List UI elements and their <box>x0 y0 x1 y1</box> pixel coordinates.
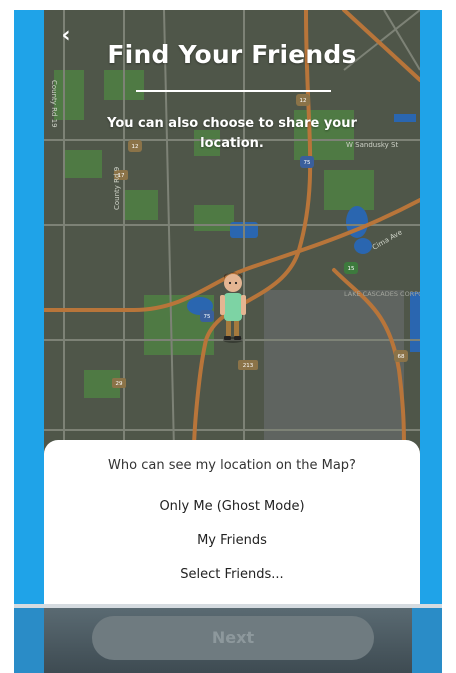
option-ghost-mode[interactable]: Only Me (Ghost Mode) <box>44 496 420 518</box>
page-title: Find Your Friends <box>107 40 357 69</box>
park-area <box>194 205 234 231</box>
route-shield-label: 29 <box>116 381 123 387</box>
bottom-bar-edge <box>14 608 44 673</box>
water-body <box>410 292 420 352</box>
park-area <box>124 190 158 220</box>
bitmoji-avatar-icon <box>220 272 246 343</box>
park-area <box>64 150 102 178</box>
page-subtitle: You can also choose to share your locati… <box>107 116 357 151</box>
sheet-question: Who can see my location on the Map? <box>108 458 356 473</box>
industrial-zone <box>264 290 404 440</box>
water-body <box>354 238 372 254</box>
next-button[interactable]: Next <box>92 616 374 660</box>
title-divider <box>136 90 331 92</box>
bottom-bar-edge <box>412 608 442 673</box>
road-label: Cima Ave <box>371 228 404 251</box>
bottom-bar: Next <box>14 608 442 673</box>
route-shield-label: 75 <box>304 160 311 166</box>
road-label: County Rd 9 <box>113 167 121 210</box>
route-shield-label: 75 <box>204 314 211 320</box>
route-shield-label: 213 <box>243 363 254 369</box>
park-area <box>324 170 374 210</box>
road-label: County Rd 19 <box>50 80 58 128</box>
option-select-friends[interactable]: Select Friends... <box>44 564 420 586</box>
route-shield-label: 15 <box>348 266 355 272</box>
route-shield-label: 12 <box>300 98 307 104</box>
minor-road <box>163 10 175 451</box>
screen-frame: 12 12 17 75 75 213 29 15 68 County Rd 19… <box>14 10 442 673</box>
location-sharing-sheet: Who can see my location on the Map? Only… <box>44 440 420 610</box>
area-label: LAKE CASCADES CORPORATE CENTER <box>344 290 420 298</box>
option-my-friends[interactable]: My Friends <box>44 530 420 552</box>
route-shield-label: 68 <box>398 354 405 360</box>
water-body <box>394 114 416 122</box>
